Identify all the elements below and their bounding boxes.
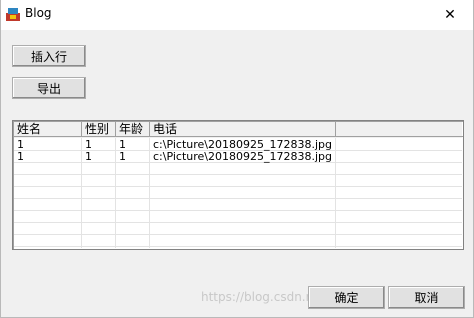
cell-name: 1 — [17, 139, 24, 151]
grid-hline — [14, 174, 462, 175]
list-header: 姓名 性别 年龄 电话 — [14, 122, 463, 138]
ok-button[interactable]: 确定 — [308, 286, 385, 309]
column-header-name[interactable]: 姓名 — [14, 122, 82, 137]
cell-gender: 1 — [85, 151, 92, 163]
column-header-gender[interactable]: 性别 — [82, 122, 116, 137]
grid-hline — [14, 222, 462, 223]
table-row[interactable]: 1 1 1 c:\Picture\20180925_172838.jpg — [14, 151, 462, 163]
column-header-phone[interactable]: 电话 — [150, 122, 336, 137]
cell-name: 1 — [17, 151, 24, 163]
grid-hline — [14, 246, 462, 247]
grid-hline — [14, 234, 462, 235]
cell-gender: 1 — [85, 139, 92, 151]
column-header-empty — [336, 122, 463, 137]
dialog-window: Blog ✕ 插入行 导出 姓名 性别 年龄 电话 1 1 1 c:\Pictu… — [0, 0, 474, 318]
app-icon — [5, 6, 21, 22]
cell-age: 1 — [119, 139, 126, 151]
grid-hline — [14, 186, 462, 187]
data-list-view[interactable]: 姓名 性别 年龄 电话 1 1 1 c:\Picture\20180925_17… — [12, 120, 464, 250]
cell-age: 1 — [119, 151, 126, 163]
column-header-age[interactable]: 年龄 — [116, 122, 150, 137]
grid-hline — [14, 210, 462, 211]
cell-phone: c:\Picture\20180925_172838.jpg — [153, 151, 332, 163]
grid-hline — [14, 198, 462, 199]
cancel-button[interactable]: 取消 — [388, 286, 465, 309]
table-row[interactable]: 1 1 1 c:\Picture\20180925_172838.jpg — [14, 139, 462, 151]
close-button[interactable]: ✕ — [427, 0, 473, 30]
title-bar[interactable]: Blog ✕ — [1, 0, 473, 30]
cell-phone: c:\Picture\20180925_172838.jpg — [153, 139, 332, 151]
window-title: Blog — [25, 6, 52, 20]
insert-row-button[interactable]: 插入行 — [12, 45, 86, 67]
export-button[interactable]: 导出 — [12, 77, 86, 99]
close-icon: ✕ — [444, 7, 456, 23]
